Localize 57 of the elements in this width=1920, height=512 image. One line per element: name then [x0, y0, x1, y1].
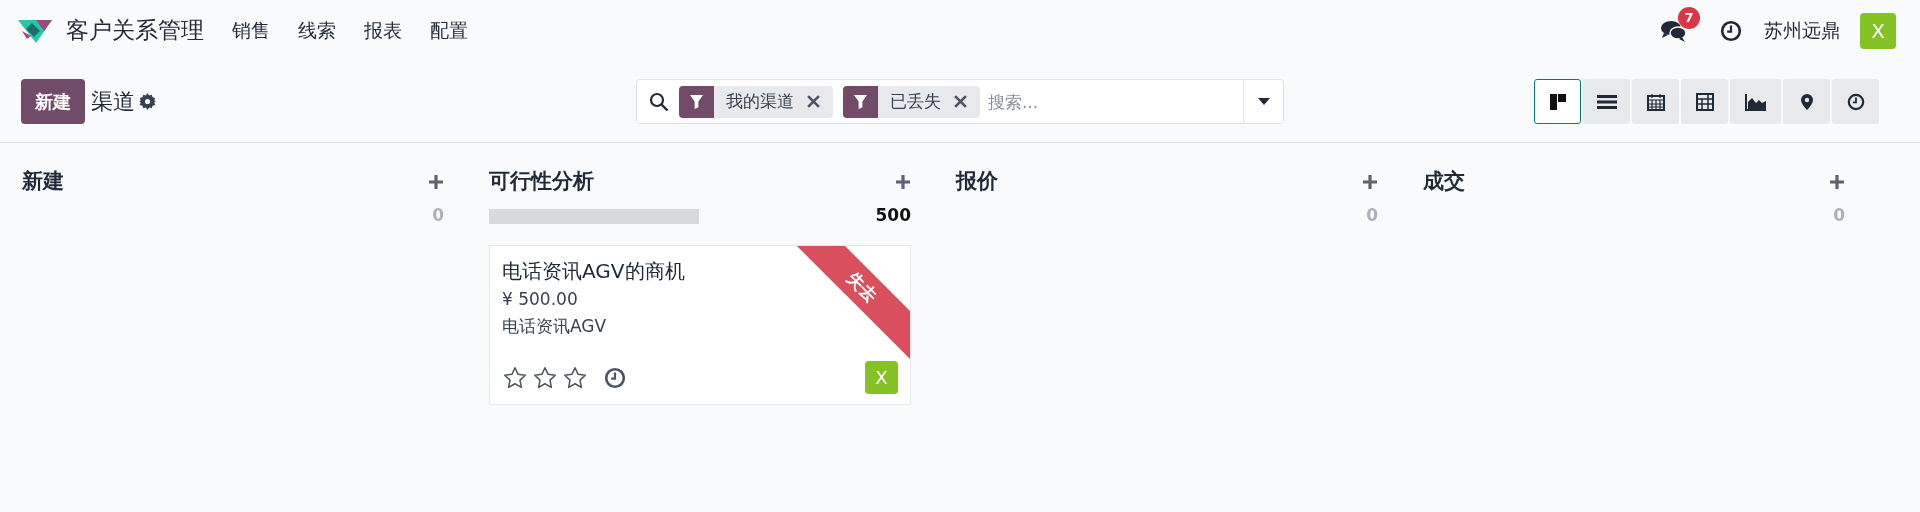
company-name[interactable]: 苏州远鼎: [1764, 16, 1840, 45]
search-icon[interactable]: [649, 91, 669, 112]
column-title: 可行性分析: [489, 168, 594, 196]
map-pin-icon: [1799, 92, 1814, 111]
activity-clock-icon: [604, 366, 626, 389]
calendar-icon: [1646, 92, 1665, 111]
menu-item[interactable]: 销售: [218, 16, 284, 45]
area-chart-icon: [1744, 92, 1767, 111]
add-icon[interactable]: [1829, 174, 1845, 190]
activity-clock-icon: [1720, 19, 1742, 42]
app-title[interactable]: 客户关系管理: [66, 13, 204, 48]
filter-facet[interactable]: 已丢失: [843, 85, 980, 118]
column-title: 成交: [1423, 168, 1465, 196]
column-total: 500: [875, 204, 911, 228]
view-switch-button[interactable]: [1783, 79, 1830, 124]
settings-icon[interactable]: [139, 93, 156, 110]
card-customer: 电话资讯AGV: [502, 315, 607, 338]
add-icon[interactable]: [1362, 174, 1378, 190]
breadcrumb-title: 渠道: [91, 88, 135, 116]
new-button[interactable]: 新建: [21, 79, 85, 124]
column-total: 0: [1366, 204, 1378, 228]
menu-item[interactable]: 配置: [416, 16, 482, 45]
caret-icon: [1257, 98, 1270, 105]
column-total: 0: [432, 204, 444, 228]
notification-badge: 7: [1678, 6, 1700, 29]
table-icon: [1695, 92, 1714, 111]
column-title: 新建: [22, 168, 64, 196]
add-icon[interactable]: [895, 174, 911, 190]
close-icon[interactable]: [807, 95, 820, 108]
card-amount: ¥ 500.00: [502, 288, 578, 311]
filter-facet[interactable]: 我的渠道: [679, 85, 833, 118]
list-icon: [1596, 93, 1617, 110]
card-title: 电话资讯AGV的商机: [502, 258, 685, 285]
column-title: 报价: [956, 168, 998, 196]
ribbon-text: 失去: [842, 266, 883, 308]
view-switch-button[interactable]: [1832, 79, 1879, 124]
menu-item[interactable]: 线索: [284, 16, 350, 45]
facet-label: 已丢失: [890, 89, 941, 113]
column-total: 0: [1833, 204, 1845, 228]
facet-label: 我的渠道: [726, 89, 794, 113]
view-switch-button[interactable]: [1730, 79, 1781, 124]
clock-icon: [1846, 92, 1865, 111]
filter-icon: [689, 94, 704, 109]
add-icon[interactable]: [428, 174, 444, 190]
view-switch-button[interactable]: [1583, 79, 1630, 124]
view-switch-button[interactable]: [1681, 79, 1728, 124]
opportunity-card[interactable]: 电话资讯AGV的商机 ¥ 500.00 电话资讯AGV X 失去: [489, 245, 911, 405]
star-icon[interactable]: [502, 364, 528, 391]
view-switch-button[interactable]: [1632, 79, 1679, 124]
menu-item[interactable]: 报表: [350, 16, 416, 45]
filter-icon: [853, 94, 868, 109]
kanban-icon: [1548, 92, 1567, 111]
view-switch-button[interactable]: [1534, 79, 1581, 124]
star-icon[interactable]: [562, 364, 588, 391]
search-field[interactable]: 我的渠道 已丢失 搜索...: [636, 79, 1284, 124]
close-icon[interactable]: [954, 95, 967, 108]
star-icon[interactable]: [532, 364, 558, 391]
